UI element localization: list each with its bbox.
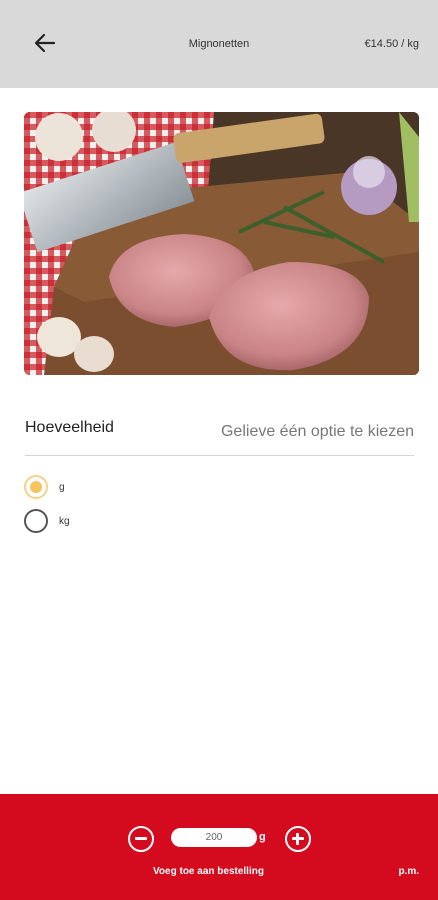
quantity-placeholder: Gelieve één optie te kiezen <box>220 423 414 440</box>
unit-label: g <box>259 831 266 843</box>
option-kg[interactable]: kg <box>24 508 144 534</box>
option-g[interactable]: g <box>24 474 144 500</box>
unit-price: €14.50 / kg <box>364 38 419 50</box>
option-label-g: g <box>59 481 65 493</box>
quantity-label: Hoeveelheid <box>25 419 114 436</box>
order-bar: g Voeg toe aan bestelling p.m. <box>0 794 438 900</box>
plus-circle-icon[interactable] <box>285 826 311 852</box>
minus-circle-icon[interactable] <box>128 826 154 852</box>
quantity-select[interactable]: Hoeveelheid Gelieve één optie te kiezen <box>25 412 414 456</box>
option-label-kg: kg <box>59 515 70 527</box>
radio-button-g[interactable] <box>24 475 48 499</box>
app-header: Mignonetten €14.50 / kg <box>0 0 438 88</box>
order-total: p.m. <box>398 866 419 877</box>
product-image <box>24 112 419 375</box>
radio-button-kg[interactable] <box>24 509 48 533</box>
amount-input[interactable] <box>171 828 257 847</box>
add-to-order-button[interactable]: Voeg toe aan bestelling <box>153 866 264 877</box>
